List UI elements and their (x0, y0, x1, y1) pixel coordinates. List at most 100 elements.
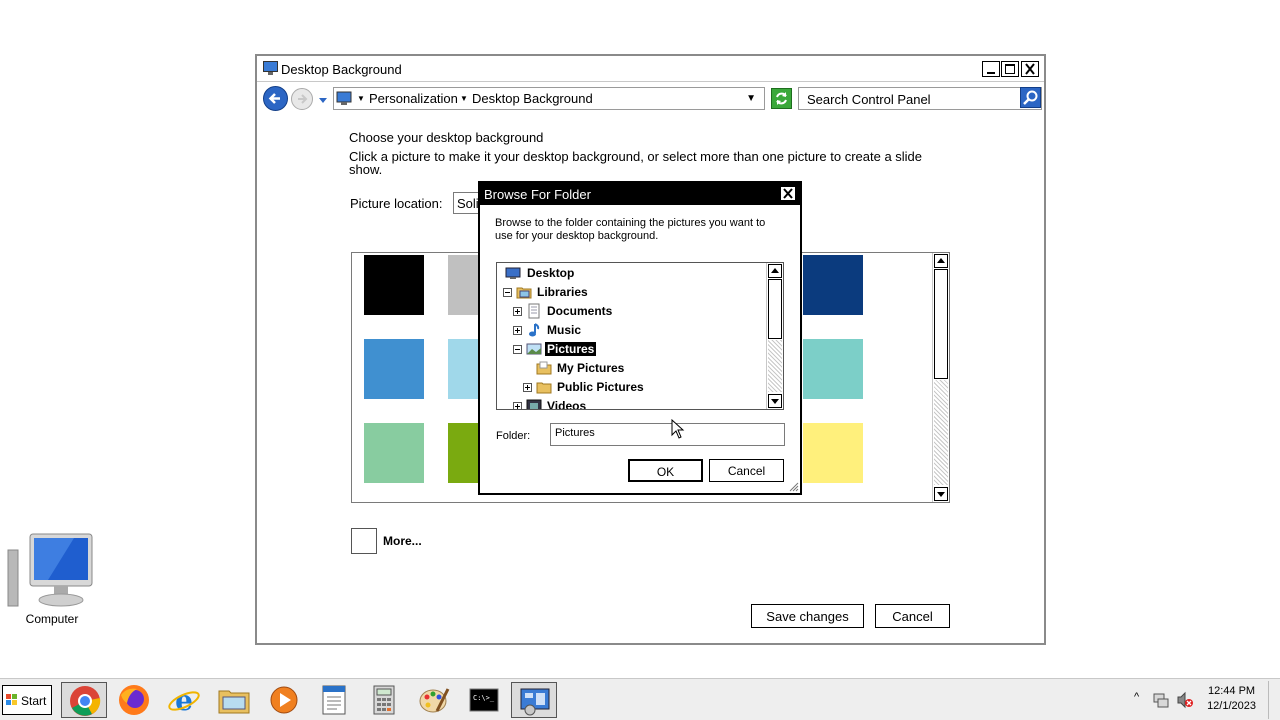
page-instructions: Click a picture to make it your desktop … (349, 149, 923, 177)
scroll-up-button[interactable] (934, 254, 948, 268)
volume-muted-icon[interactable] (1176, 691, 1194, 709)
control-panel-icon (336, 91, 352, 105)
refresh-button[interactable] (771, 88, 792, 109)
dialog-title-bar[interactable]: Browse For Folder (480, 183, 800, 205)
address-row: ▼ Personalization ▼ Desktop Background ▼… (257, 83, 1044, 115)
taskbar-command-prompt[interactable]: C:\>_ (461, 682, 507, 718)
back-arrow-icon (268, 93, 280, 104)
taskbar-firefox[interactable] (111, 682, 157, 718)
address-dropdown-icon[interactable]: ▼ (746, 93, 756, 104)
picture-location-label: Picture location: (350, 196, 443, 211)
ok-button[interactable]: OK (628, 459, 703, 482)
cancel-button[interactable]: Cancel (875, 604, 950, 628)
scroll-track[interactable] (934, 380, 948, 485)
taskbar-file-explorer[interactable] (211, 682, 257, 718)
breadcrumb-separator-icon[interactable]: ▼ (460, 94, 468, 103)
color-swatch[interactable] (803, 339, 863, 399)
scroll-track[interactable] (768, 340, 782, 392)
desktop-icon (505, 267, 521, 279)
scroll-thumb[interactable] (934, 269, 948, 379)
taskbar-wordpad[interactable] (311, 682, 357, 718)
more-swatch[interactable] (351, 528, 377, 554)
minimize-button[interactable] (982, 61, 1000, 77)
command-prompt-icon: C:\>_ (469, 688, 499, 712)
refresh-icon (776, 92, 787, 105)
more-link[interactable]: More... (383, 534, 422, 548)
tree-item-music[interactable]: Music (497, 322, 767, 339)
folder-field[interactable]: Pictures (550, 423, 785, 446)
taskbar-internet-explorer[interactable]: e (161, 682, 207, 718)
scroll-up-button[interactable] (768, 264, 782, 278)
recent-pages-chevron-icon[interactable] (318, 97, 328, 105)
back-button[interactable] (263, 86, 288, 111)
scroll-up-icon (937, 258, 945, 263)
expand-button[interactable] (513, 307, 522, 316)
tree-item-my-pictures[interactable]: My Pictures (497, 360, 767, 377)
picker-scrollbar[interactable] (932, 253, 949, 502)
clock[interactable]: 12:44 PM 12/1/2023 (1207, 684, 1256, 714)
network-icon[interactable] (1152, 691, 1170, 709)
dialog-close-button[interactable] (780, 186, 796, 201)
wordpad-icon (322, 685, 346, 715)
desktop-icon-computer[interactable]: Computer (4, 530, 100, 630)
minus-icon (515, 349, 520, 350)
libraries-icon (516, 287, 532, 299)
color-swatch[interactable] (364, 255, 424, 315)
resize-grip-icon[interactable] (787, 480, 799, 492)
calculator-icon (373, 685, 395, 715)
show-hidden-icons-button[interactable]: ^ (1134, 691, 1139, 703)
breadcrumb-separator-icon[interactable]: ▼ (357, 94, 365, 103)
pictures-icon (526, 343, 542, 355)
collapse-button[interactable] (503, 288, 512, 297)
tree-item-label: My Pictures (557, 361, 625, 375)
taskbar-calculator[interactable] (361, 682, 407, 718)
close-button[interactable] (1021, 61, 1039, 77)
expand-button[interactable] (513, 326, 522, 335)
color-swatch[interactable] (364, 339, 424, 399)
music-icon (529, 323, 540, 337)
color-swatch[interactable] (364, 423, 424, 483)
taskbar-media-player[interactable] (261, 682, 307, 718)
tree-item-label: Documents (547, 304, 613, 318)
taskbar-paint[interactable] (411, 682, 457, 718)
save-changes-button[interactable]: Save changes (751, 604, 864, 628)
tree-item-public-pictures[interactable]: Public Pictures (497, 379, 767, 396)
folder-tree[interactable]: Desktop Libraries Documents Music Pictur… (496, 262, 784, 410)
tree-item-label: Videos (547, 399, 587, 410)
control-panel-icon (520, 688, 550, 716)
breadcrumb-desktop-background[interactable]: Desktop Background (472, 91, 593, 106)
search-button[interactable] (1020, 87, 1041, 108)
tree-item-pictures[interactable]: Pictures (497, 341, 767, 358)
svg-text:e: e (175, 684, 193, 717)
maximize-button[interactable] (1001, 61, 1019, 77)
scroll-down-button[interactable] (768, 394, 782, 408)
search-input[interactable]: Search Control Panel (807, 92, 931, 107)
taskbar-chrome[interactable] (61, 682, 107, 718)
breadcrumb-personalization[interactable]: Personalization (369, 91, 458, 106)
color-swatch[interactable] (803, 423, 863, 483)
tree-item-desktop[interactable]: Desktop (497, 265, 767, 282)
title-bar[interactable]: Desktop Background (257, 56, 1044, 82)
address-bar[interactable]: ▼ Personalization ▼ Desktop Background ▼ (333, 87, 765, 110)
search-box[interactable]: Search Control Panel (798, 87, 1042, 110)
collapse-button[interactable] (513, 345, 522, 354)
tree-item-documents[interactable]: Documents (497, 303, 767, 320)
start-button[interactable]: Start (2, 685, 52, 715)
dialog-cancel-button[interactable]: Cancel (709, 459, 784, 482)
forward-button[interactable] (291, 88, 313, 110)
tree-item-libraries[interactable]: Libraries (497, 284, 767, 301)
scroll-down-button[interactable] (934, 487, 948, 501)
svg-text:C:\>_: C:\>_ (473, 694, 495, 702)
color-swatch[interactable] (803, 255, 863, 315)
tree-scrollbar[interactable] (766, 263, 783, 409)
show-desktop-button[interactable] (1268, 681, 1278, 719)
taskbar-control-panel[interactable] (511, 682, 557, 718)
tree-item-videos[interactable]: Videos (497, 398, 767, 410)
expand-button[interactable] (513, 402, 522, 409)
chrome-icon (70, 686, 101, 716)
expand-button[interactable] (523, 383, 532, 392)
maximize-icon (1005, 64, 1015, 74)
folder-icon (536, 361, 552, 375)
tree-item-label: Music (547, 323, 582, 337)
scroll-thumb[interactable] (768, 279, 782, 339)
